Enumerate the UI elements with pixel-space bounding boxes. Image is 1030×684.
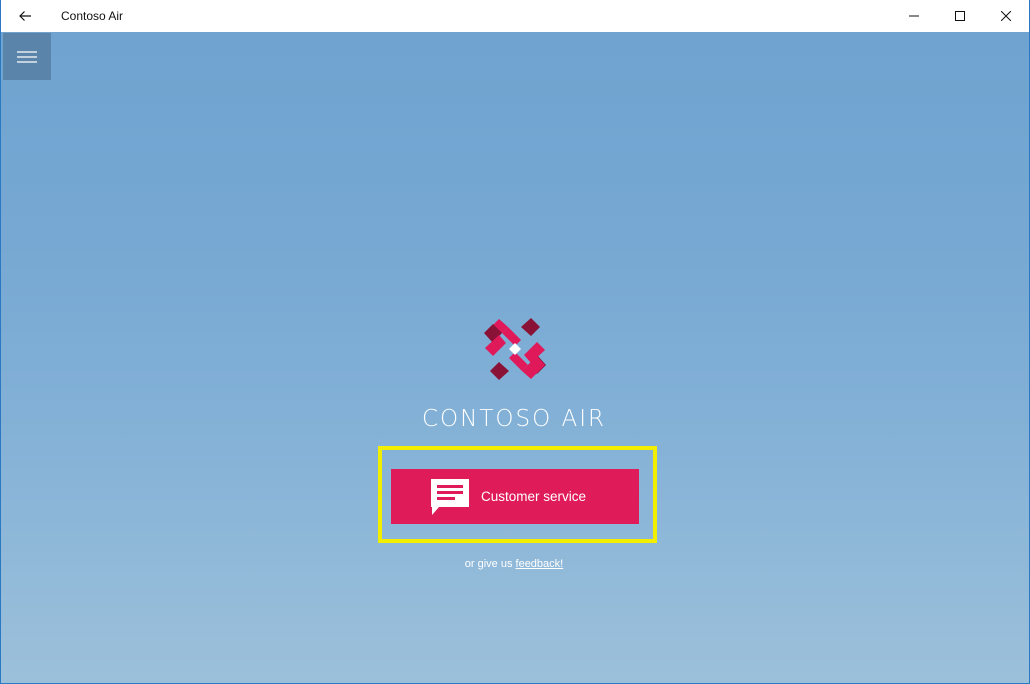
feedback-line: or give us feedback! [1, 558, 1027, 570]
chat-bubble-icon [429, 477, 471, 517]
app-window: Contoso Air CONTOSO AIR Customer service… [0, 0, 1030, 684]
feedback-link[interactable]: feedback! [516, 558, 564, 570]
main-content: CONTOSO AIR Customer service or give us … [1, 0, 1029, 683]
brand-name: CONTOSO AIR [421, 406, 607, 432]
customer-service-label: Customer service [481, 489, 587, 504]
contoso-air-logo [484, 318, 546, 380]
feedback-prefix: or give us [464, 558, 516, 570]
customer-service-button[interactable]: Customer service [391, 469, 639, 524]
